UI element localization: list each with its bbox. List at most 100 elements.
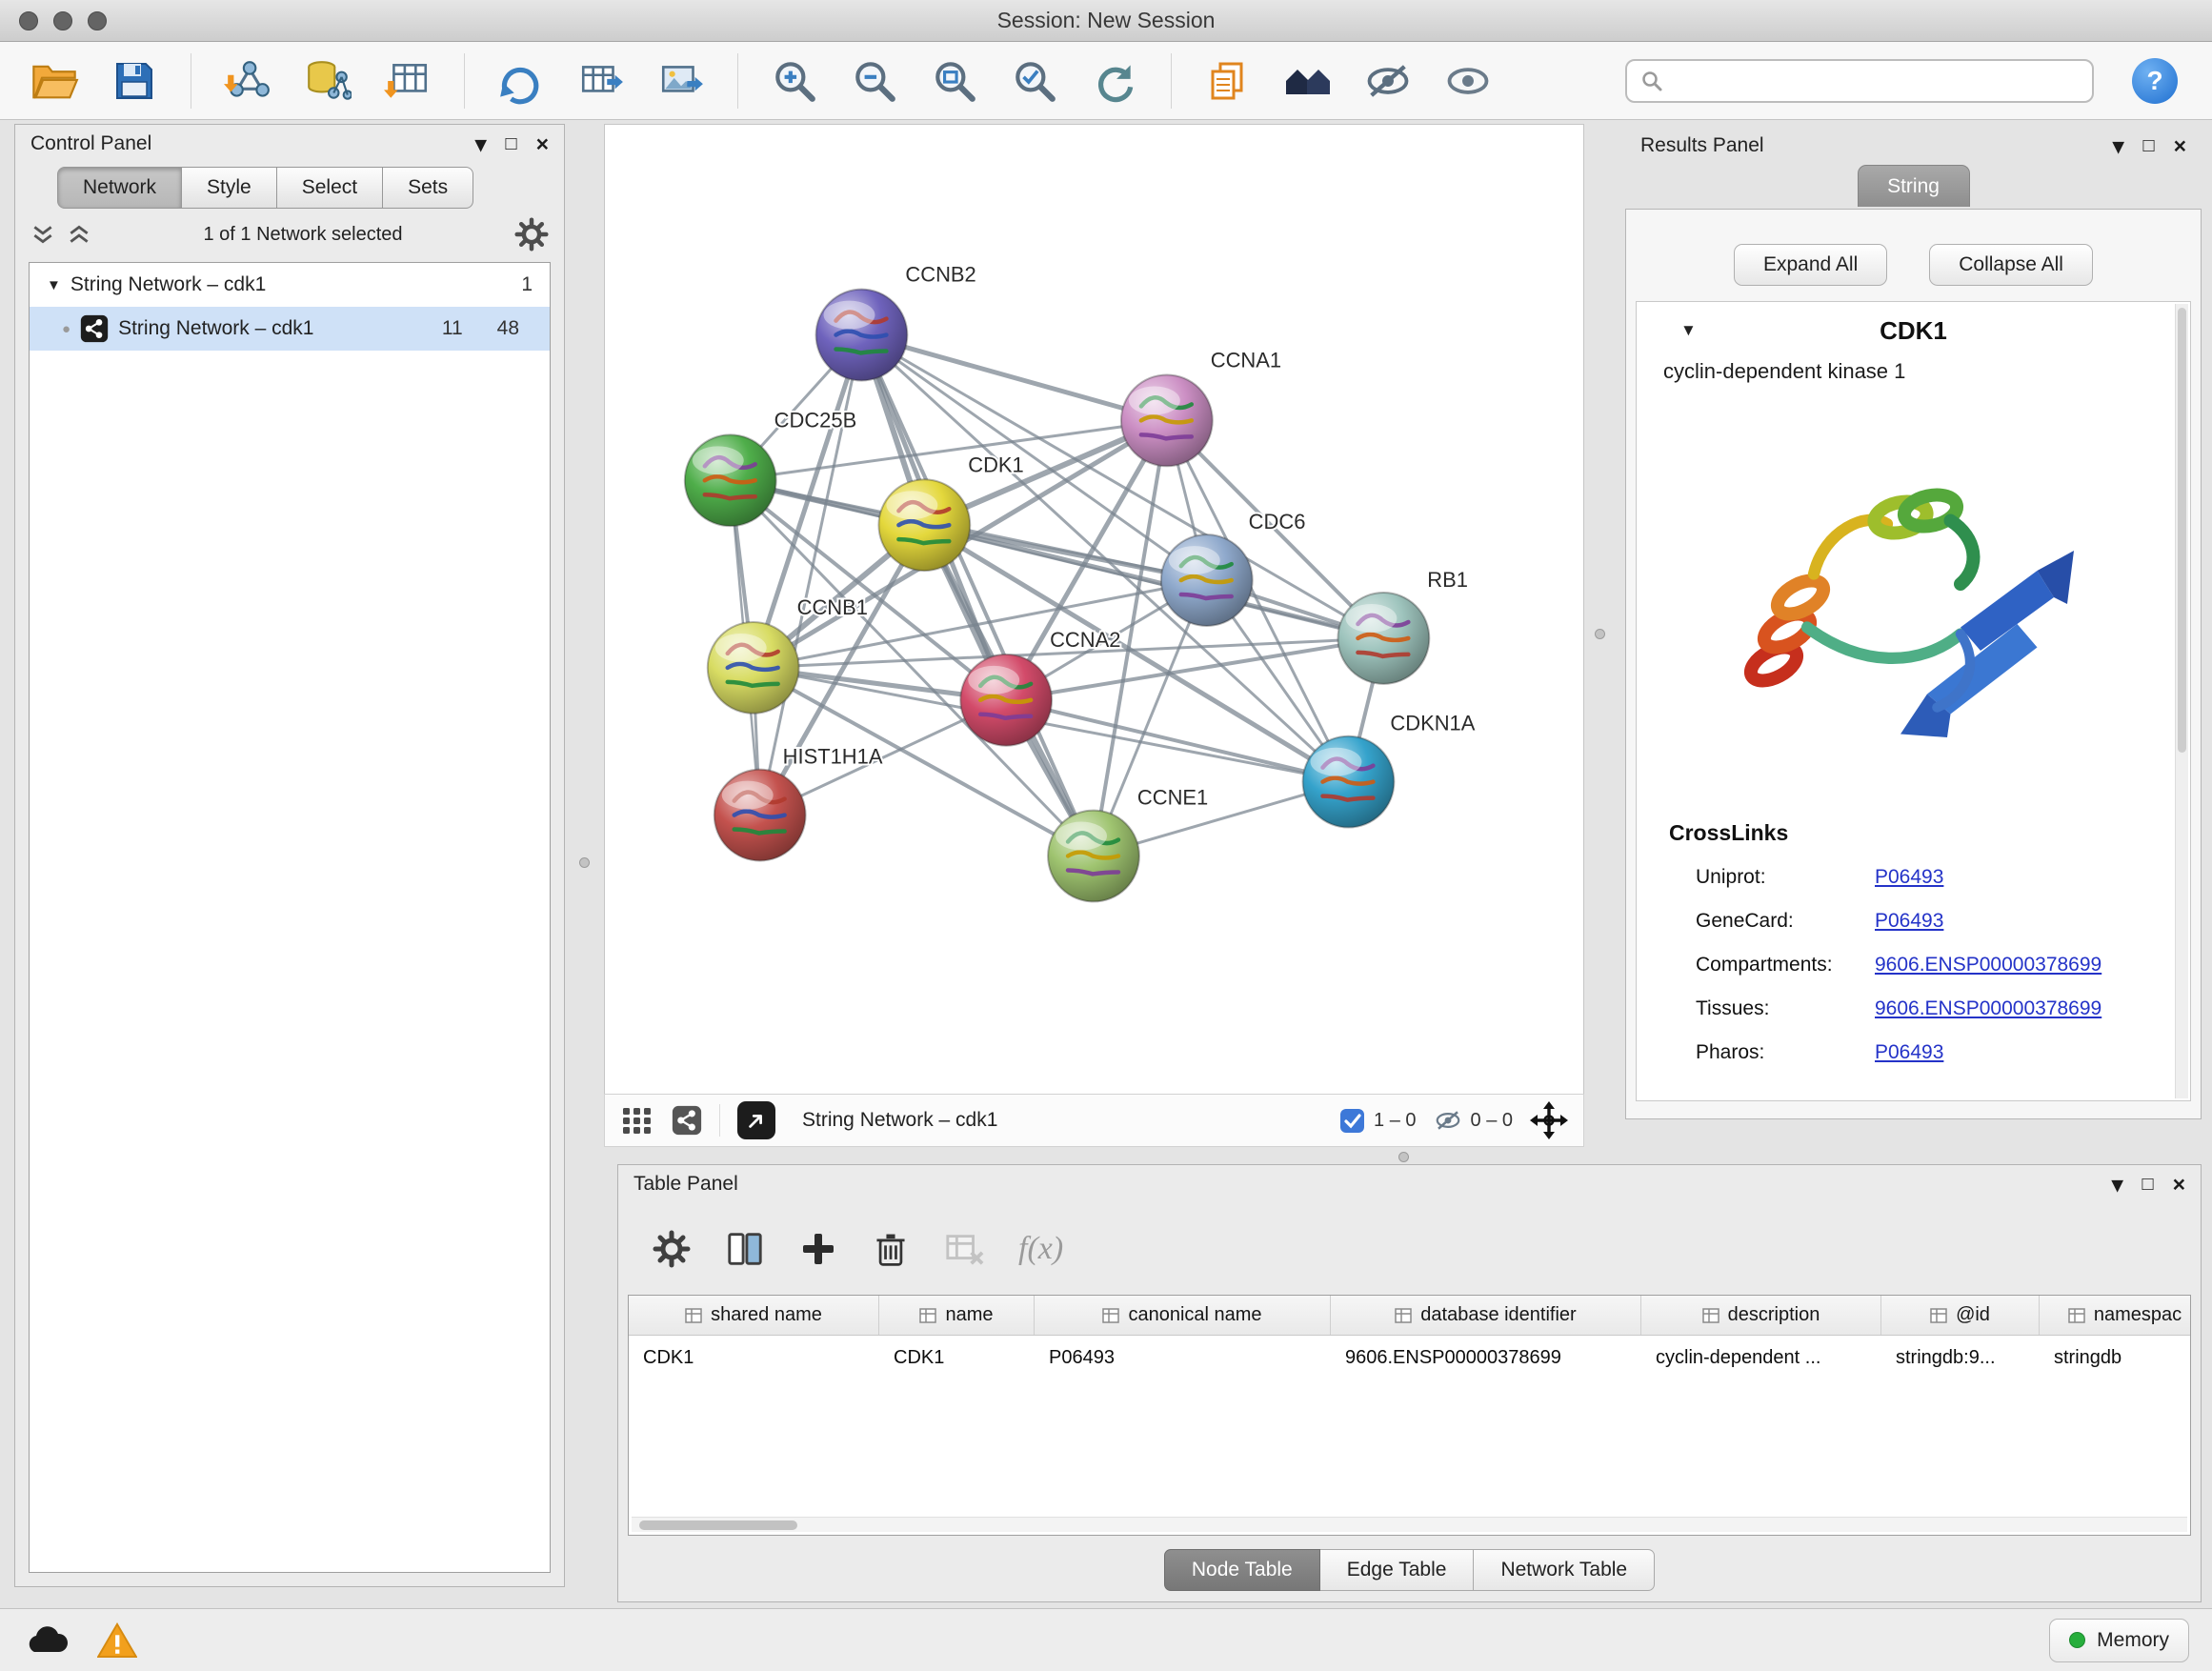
table-scrollbar-thumb[interactable] [639,1520,797,1530]
import-network-file-button[interactable] [214,48,281,114]
column-header--id[interactable]: @id [1881,1296,2040,1335]
search-input[interactable] [1673,70,2079,92]
network-node-ccna2[interactable] [960,654,1052,746]
tab-edge-table[interactable]: Edge Table [1320,1549,1475,1591]
panel-menu-icon[interactable]: ▾ [475,133,487,155]
panel-splitter-handle[interactable] [579,857,590,868]
help-button[interactable]: ? [2132,58,2178,104]
panel-float-icon[interactable]: □ [2142,1175,2153,1194]
checkbox-icon[interactable] [1339,1108,1365,1134]
crosslink-uniprot-link[interactable]: P06493 [1875,866,1943,889]
table-settings-gear-icon[interactable] [653,1230,691,1268]
column-header-shared-name[interactable]: shared name [629,1296,879,1335]
network-node-hist1h1a[interactable] [714,770,806,861]
memory-button[interactable]: Memory [2049,1619,2189,1662]
cloud-status-icon[interactable] [23,1623,69,1658]
panel-splitter-handle[interactable] [1398,1152,1409,1162]
network-node-cdkn1a[interactable] [1303,736,1395,828]
section-collapse-icon[interactable]: ▼ [1680,321,1697,340]
control-tab-sets[interactable]: Sets [383,167,473,209]
expand-all-networks-icon[interactable] [30,222,55,247]
network-node-ccne1[interactable] [1048,811,1139,902]
export-image-button[interactable] [648,48,714,114]
tab-network-table[interactable]: Network Table [1474,1549,1655,1591]
table-row[interactable]: CDK1CDK1P064939606.ENSP00000378699cyclin… [629,1336,2190,1379]
zoom-fit-button[interactable] [921,48,988,114]
column-header-name[interactable]: name [879,1296,1035,1335]
control-tab-network[interactable]: Network [57,167,182,209]
copy-document-button[interactable] [1195,48,1261,114]
panel-splitter-handle[interactable] [1595,629,1605,639]
panel-menu-icon[interactable]: ▾ [2112,1174,2123,1196]
control-tab-select[interactable]: Select [277,167,383,209]
protein-section-header[interactable]: ▼ CDK1 [1637,302,2190,359]
network-row-selected[interactable]: ● String Network – cdk1 11 48 [30,307,550,351]
add-column-plus-icon[interactable] [799,1230,837,1268]
network-collection-row[interactable]: ▼ String Network – cdk1 1 [30,263,550,307]
panel-menu-icon[interactable]: ▾ [2113,135,2124,157]
close-window-button[interactable] [19,11,38,30]
crosslink-pharos-link[interactable]: P06493 [1875,1041,1943,1064]
zoom-out-button[interactable] [841,48,908,114]
network-node-cdc6[interactable] [1161,534,1253,626]
warning-icon[interactable] [97,1622,137,1659]
network-node-ccnb1[interactable] [708,622,799,714]
crosslink-genecard-link[interactable]: P06493 [1875,910,1943,933]
hide-details-button[interactable] [1355,48,1421,114]
collapse-all-button[interactable]: Collapse All [1929,244,2093,286]
panel-close-icon[interactable]: × [2174,135,2186,157]
crosslink-tissues-link[interactable]: 9606.ENSP00000378699 [1875,997,2101,1020]
column-header-database-identifier[interactable]: database identifier [1331,1296,1641,1335]
minimize-window-button[interactable] [53,11,72,30]
eye-slash-small-icon[interactable] [1434,1106,1462,1135]
column-header-namespac[interactable]: namespac [2040,1296,2191,1335]
show-details-button[interactable] [1435,48,1501,114]
panel-close-icon[interactable]: × [2173,1174,2185,1196]
import-network-database-button[interactable] [294,48,361,114]
pan-crosshair-icon[interactable] [1530,1101,1568,1139]
save-session-button[interactable] [101,48,168,114]
table-cell: CDK1 [879,1347,1035,1369]
network-node-rb1[interactable] [1337,593,1429,684]
new-network-from-selection-button[interactable] [488,48,554,114]
panel-float-icon[interactable]: □ [505,134,516,153]
network-node-cdk1[interactable] [878,479,970,571]
crosslink-compartments-link[interactable]: 9606.ENSP00000378699 [1875,954,2101,976]
import-table-button[interactable] [374,48,441,114]
network-graph[interactable]: CCNB2CCNA1CDC25BCDK1CDC6RB1CCNB1CCNA2CDK… [605,125,1583,1093]
network-node-ccna1[interactable] [1121,374,1213,466]
tree-expand-icon[interactable]: ▼ [47,277,61,293]
network-selection-row: 1 of 1 Network selected [15,209,564,260]
refresh-layout-button[interactable] [1081,48,1148,114]
search-box[interactable] [1625,59,2094,103]
open-in-new-window-button[interactable] [737,1101,775,1139]
results-scrollbar[interactable] [2175,304,2188,1098]
delete-column-trash-icon[interactable] [872,1230,910,1268]
gear-icon[interactable] [514,217,549,252]
control-tab-style[interactable]: Style [182,167,277,209]
tab-string[interactable]: String [1858,165,1970,207]
tab-node-table[interactable]: Node Table [1164,1549,1320,1591]
collapse-all-networks-icon[interactable] [67,222,91,247]
birdseye-view-icon[interactable] [620,1103,654,1137]
network-node-cdc25b[interactable] [685,434,776,526]
function-builder-icon[interactable]: f(x) [1018,1231,1063,1267]
panel-close-icon[interactable]: × [536,133,549,155]
export-table-button[interactable] [568,48,634,114]
string-network-small-icon[interactable] [672,1105,702,1136]
results-panel-header: Results Panel ▾ □ × [1625,127,2202,165]
table-horizontal-scrollbar[interactable] [632,1517,2187,1532]
show-columns-icon[interactable] [725,1229,765,1269]
zoom-window-button[interactable] [88,11,107,30]
column-header-canonical-name[interactable]: canonical name [1035,1296,1331,1335]
network-view-canvas[interactable]: CCNB2CCNA1CDC25BCDK1CDC6RB1CCNB1CCNA2CDK… [604,124,1584,1094]
network-node-ccnb2[interactable] [816,290,908,381]
results-scrollbar-thumb[interactable] [2178,308,2186,753]
open-session-button[interactable] [21,48,88,114]
zoom-in-button[interactable] [761,48,828,114]
expand-all-button[interactable]: Expand All [1734,244,1887,286]
column-header-description[interactable]: description [1641,1296,1881,1335]
zoom-selected-button[interactable] [1001,48,1068,114]
home-panels-button[interactable] [1275,48,1341,114]
panel-float-icon[interactable]: □ [2142,136,2154,155]
